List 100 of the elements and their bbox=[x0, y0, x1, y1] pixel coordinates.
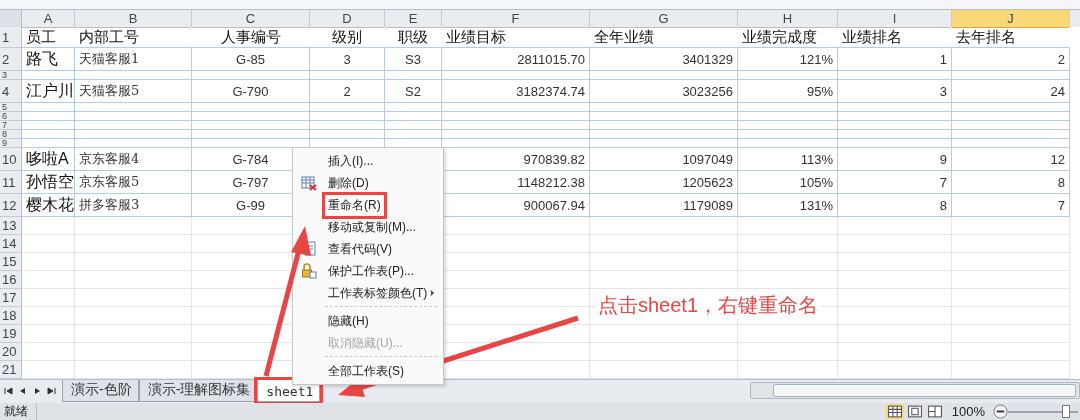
column-header[interactable]: G bbox=[590, 10, 738, 28]
table-cell: 1 bbox=[838, 48, 952, 71]
scroll-right-icon[interactable] bbox=[32, 386, 42, 396]
column-header[interactable]: J bbox=[952, 10, 1070, 28]
table-cell bbox=[22, 307, 75, 325]
column-header[interactable]: B bbox=[75, 10, 192, 28]
table-cell: 95% bbox=[738, 80, 838, 103]
table-cell: 24 bbox=[952, 80, 1070, 103]
row-header[interactable]: 10 bbox=[0, 148, 22, 171]
row-header[interactable]: 1 bbox=[0, 27, 22, 48]
table-cell bbox=[22, 271, 75, 289]
table-cell: 京东客服5 bbox=[75, 171, 192, 194]
table-cell: 拼多客服3 bbox=[75, 194, 192, 217]
zoom-slider[interactable] bbox=[1008, 405, 1078, 418]
row-header[interactable]: 20 bbox=[0, 343, 22, 361]
table-cell: 7 bbox=[952, 194, 1070, 217]
table-cell: 121% bbox=[738, 48, 838, 71]
row-header[interactable]: 19 bbox=[0, 325, 22, 343]
table-cell: 131% bbox=[738, 194, 838, 217]
menu-item[interactable]: 移动或复制(M)... bbox=[325, 216, 419, 238]
table-cell: 2 bbox=[310, 80, 385, 103]
row-header[interactable]: 16 bbox=[0, 271, 22, 289]
table-cell bbox=[22, 130, 75, 139]
row-header[interactable]: 21 bbox=[0, 361, 22, 379]
table-cell: 江户川 bbox=[22, 80, 75, 103]
column-header[interactable]: F bbox=[442, 10, 590, 28]
zoom-out-icon[interactable] bbox=[993, 404, 1008, 419]
scroll-right-icon[interactable] bbox=[46, 386, 56, 396]
table-cell: 3401329 bbox=[590, 48, 738, 71]
row-header[interactable]: 14 bbox=[0, 235, 22, 253]
column-header[interactable]: E bbox=[385, 10, 442, 28]
menu-item[interactable]: 全部工作表(S) bbox=[325, 360, 407, 382]
row-header[interactable]: 13 bbox=[0, 217, 22, 235]
table-cell bbox=[385, 112, 442, 121]
menu-item[interactable]: 删除(D) bbox=[325, 172, 372, 194]
table-cell: 路飞 bbox=[22, 48, 75, 71]
table-cell: 去年排名 bbox=[952, 27, 1070, 48]
row-header[interactable]: 4 bbox=[0, 80, 22, 103]
scroll-left-icon[interactable] bbox=[18, 386, 28, 396]
table-cell bbox=[22, 139, 75, 148]
column-header[interactable]: C bbox=[192, 10, 310, 28]
table-cell: 8 bbox=[838, 194, 952, 217]
horizontal-scrollbar[interactable] bbox=[750, 382, 1080, 399]
table-cell: 1179089 bbox=[590, 194, 738, 217]
table-cell: 2 bbox=[952, 48, 1070, 71]
column-header[interactable]: D bbox=[310, 10, 385, 28]
row-header[interactable]: 12 bbox=[0, 194, 22, 217]
table-cell: 业绩排名 bbox=[838, 27, 952, 48]
status-text: 就绪 bbox=[0, 403, 37, 420]
table-cell: G-790 bbox=[192, 80, 310, 103]
table-cell bbox=[385, 103, 442, 112]
normal-view-icon[interactable] bbox=[885, 404, 904, 419]
table-cell: 105% bbox=[738, 171, 838, 194]
table-cell: 3 bbox=[838, 80, 952, 103]
page-break-icon[interactable] bbox=[925, 404, 944, 419]
table-cell: 2811015.70 bbox=[442, 48, 590, 71]
table-cell: 113% bbox=[738, 148, 838, 171]
table-cell bbox=[22, 71, 75, 80]
table-cell bbox=[22, 217, 75, 235]
table-cell: 员工 bbox=[22, 27, 75, 48]
table-cell bbox=[22, 235, 75, 253]
column-header[interactable]: H bbox=[738, 10, 838, 28]
page-layout-icon[interactable] bbox=[905, 404, 924, 419]
column-header[interactable]: A bbox=[22, 10, 75, 28]
table-cell: 天猫客服5 bbox=[75, 80, 192, 103]
row-header[interactable]: 18 bbox=[0, 307, 22, 325]
delete-table-icon bbox=[301, 175, 317, 191]
table-cell bbox=[22, 112, 75, 121]
menu-item[interactable]: 查看代码(V) bbox=[325, 238, 395, 260]
table-cell: 内部工号 bbox=[75, 27, 192, 48]
table-cell: 孙悟空 bbox=[22, 171, 75, 194]
table-cell: 3182374.74 bbox=[442, 80, 590, 103]
sheet-tab[interactable]: 演示-色阶 bbox=[62, 380, 139, 402]
table-cell: 全年业绩 bbox=[590, 27, 738, 48]
table-cell bbox=[22, 103, 75, 112]
table-cell: 1097049 bbox=[590, 148, 738, 171]
table-cell: 樱木花 bbox=[22, 194, 75, 217]
table-cell bbox=[385, 121, 442, 130]
row-header[interactable]: 17 bbox=[0, 289, 22, 307]
table-cell: G-85 bbox=[192, 48, 310, 71]
table-cell: 天猫客服1 bbox=[75, 48, 192, 71]
row-header[interactable]: 2 bbox=[0, 48, 22, 71]
table-cell bbox=[22, 253, 75, 271]
table-cell: 业绩完成度 bbox=[738, 27, 838, 48]
menu-item[interactable]: 隐藏(H) bbox=[325, 310, 372, 332]
menu-item[interactable]: 重命名(R) bbox=[325, 194, 384, 216]
table-cell: 7 bbox=[838, 171, 952, 194]
scroll-left-icon[interactable] bbox=[4, 386, 14, 396]
table-cell: 职级 bbox=[385, 27, 442, 48]
table-cell: 哆啦A bbox=[22, 148, 75, 171]
menu-item[interactable]: 插入(I)... bbox=[325, 150, 377, 172]
table-cell: 8 bbox=[952, 171, 1070, 194]
annotation-text: 点击sheet1，右键重命名 bbox=[596, 292, 821, 319]
row-header[interactable]: 7 bbox=[0, 121, 22, 130]
row-header[interactable]: 11 bbox=[0, 171, 22, 194]
table-cell: 9 bbox=[838, 148, 952, 171]
table-cell bbox=[22, 289, 75, 307]
menu-item[interactable]: 工作表标签颜色(T) bbox=[325, 282, 431, 304]
row-header[interactable]: 15 bbox=[0, 253, 22, 271]
menu-item[interactable]: 保护工作表(P)... bbox=[325, 260, 417, 282]
